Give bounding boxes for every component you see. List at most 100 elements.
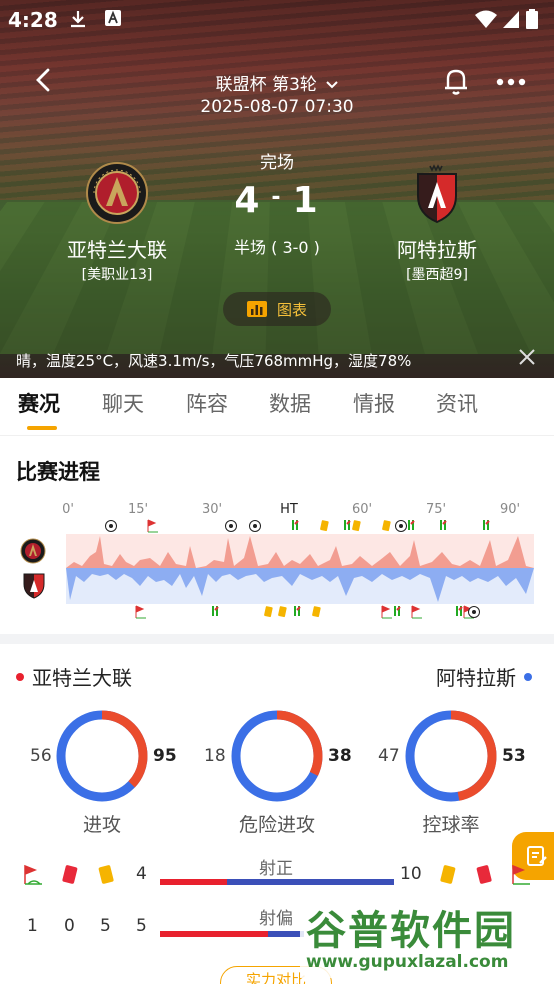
substitution-icon	[456, 606, 463, 616]
away-team-name[interactable]: 阿特拉斯	[352, 234, 522, 263]
attack-away-value: 95	[153, 746, 177, 766]
competition-title: 联盟杯 第3轮	[215, 75, 317, 95]
home-stat-3: 5	[100, 916, 111, 936]
scoreline: 4-1	[0, 180, 554, 221]
substitution-icon	[344, 520, 351, 530]
match-datetime: 2025-08-07 07:30	[200, 97, 354, 117]
possession-ring	[405, 710, 497, 802]
tab-live[interactable]: 赛况	[18, 388, 60, 418]
tick-15: 15'	[128, 502, 148, 517]
yellow-card-icon	[312, 606, 321, 618]
active-tab-indicator	[27, 426, 57, 430]
chevron-down-icon	[326, 81, 339, 89]
tick-30: 30'	[202, 502, 222, 517]
shots-on-label: 射正	[259, 859, 293, 879]
attack-ring	[56, 710, 148, 802]
yellow-card-icon	[264, 606, 273, 618]
away-events	[135, 605, 480, 619]
substitution-icon	[408, 520, 415, 530]
wifi-icon	[475, 10, 497, 28]
home-team-name[interactable]: 亚特兰大联	[32, 234, 202, 263]
match-momentum-timeline[interactable]: 0' 15' 30' HT 60' 75' 90'	[0, 496, 554, 626]
home-legend-name: 亚特兰大联	[32, 666, 132, 690]
match-hero: 4:28 联盟杯 第3轮 2025-08-07 07:30 完场 4 - 1 半…	[0, 0, 554, 378]
download-icon	[71, 11, 85, 28]
more-icon[interactable]	[496, 78, 526, 86]
yellow-card-icon	[382, 520, 391, 532]
goal-icon	[105, 520, 117, 532]
score-separator: -	[271, 185, 283, 210]
substitution-icon	[394, 606, 401, 616]
home-red-card-icon	[62, 865, 78, 884]
tab-intel[interactable]: 情报	[353, 388, 395, 418]
home-team-mini-logo	[20, 538, 46, 564]
home-team-logo[interactable]	[86, 162, 148, 224]
watermark-url: www.gupuxlazal.com	[306, 952, 509, 972]
tick-75: 75'	[426, 502, 446, 517]
shots-on-away-bar	[226, 879, 394, 885]
goal-icon	[225, 520, 237, 532]
substitution-icon	[294, 606, 301, 616]
substitution-icon	[212, 606, 219, 616]
tab-lineup[interactable]: 阵容	[186, 388, 228, 418]
progress-title: 比赛进程	[16, 460, 100, 484]
away-yellow-card-icon	[440, 865, 456, 884]
away-legend: 阿特拉斯	[436, 662, 532, 691]
substitution-icon	[483, 520, 490, 530]
tick-90: 90'	[500, 502, 520, 517]
chart-button[interactable]: 图表	[223, 292, 331, 326]
home-stat-1: 1	[27, 916, 38, 936]
section-divider	[0, 634, 554, 644]
status-bar: 4:28	[0, 0, 554, 38]
corner-flag-icon	[147, 519, 158, 533]
watermark-title: 谷普软件园	[306, 908, 516, 954]
tab-chat[interactable]: 聊天	[102, 388, 144, 418]
attack-label: 进攻	[82, 814, 121, 836]
tick-0: 0'	[62, 502, 74, 517]
app-notification-icon	[105, 10, 121, 26]
home-stat-2: 0	[64, 916, 75, 936]
shots-on-home-bar	[160, 879, 227, 885]
home-team-league: [美职业13]	[81, 267, 153, 283]
home-momentum-bg	[66, 534, 534, 568]
home-score: 4	[234, 180, 262, 221]
goal-icon	[468, 606, 480, 618]
substitution-icon	[440, 520, 447, 530]
close-icon[interactable]	[516, 346, 538, 368]
battery-icon	[526, 9, 538, 29]
bell-icon[interactable]	[442, 66, 470, 96]
home-shots-on-count: 4	[136, 864, 147, 884]
goal-icon	[249, 520, 261, 532]
signal-icon	[503, 11, 519, 28]
danger-attack-home-value: 18	[204, 746, 226, 766]
home-corner-icon	[24, 864, 42, 885]
substitution-icon	[292, 520, 299, 530]
away-corner-icon	[512, 864, 530, 885]
bar-chart-icon	[246, 301, 267, 317]
possession-label: 控球率	[422, 814, 480, 836]
possession-home-value: 47	[378, 746, 400, 766]
away-team-league: [墨西超9]	[406, 267, 468, 283]
away-red-card-icon	[476, 865, 492, 884]
tick-ht: HT	[280, 502, 298, 517]
tab-news[interactable]: 资讯	[436, 388, 478, 418]
weather-info: 晴，温度25°C，风速3.1m/s，气压768mmHg，湿度78%	[16, 352, 412, 370]
corner-flag-icon	[411, 605, 422, 619]
tab-data[interactable]: 数据	[269, 388, 311, 418]
home-color-dot	[16, 672, 24, 681]
corner-flag-icon	[135, 605, 146, 619]
shots-off-away-bar	[268, 931, 304, 937]
danger-attack-away-value: 38	[328, 746, 352, 766]
shots-off-home-bar	[160, 931, 268, 937]
tab-bar: 赛况 聊天 阵容 数据 情报 资讯	[0, 378, 554, 436]
home-events	[105, 519, 490, 533]
away-legend-name: 阿特拉斯	[436, 666, 516, 690]
away-team-logo[interactable]	[406, 162, 468, 224]
competition-selector[interactable]: 联盟杯 第3轮	[0, 70, 554, 95]
home-stat-4: 5	[136, 916, 147, 936]
tick-60: 60'	[352, 502, 372, 517]
possession-away-value: 53	[502, 746, 526, 766]
away-color-dot	[524, 672, 532, 681]
chart-button-label: 图表	[276, 300, 307, 319]
watermark: 谷普软件园 www.gupuxlazal.com	[300, 896, 552, 978]
